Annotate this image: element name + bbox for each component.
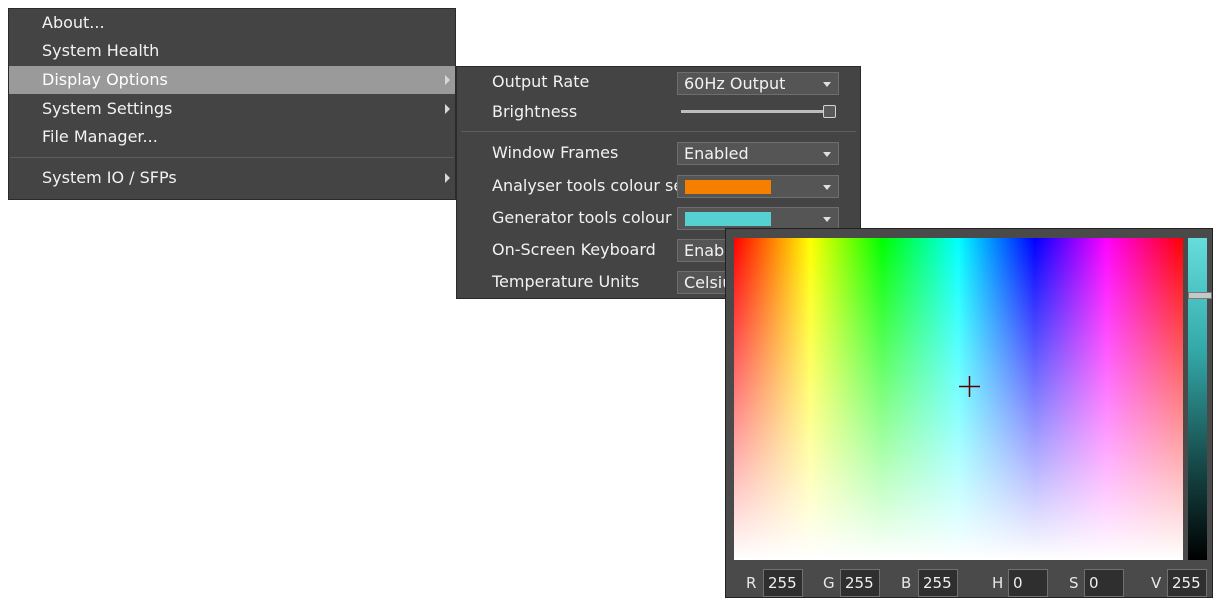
- g-input[interactable]: 255: [840, 569, 880, 597]
- analyser-colour-select[interactable]: [677, 175, 839, 198]
- menu-divider: [10, 157, 454, 158]
- g-label: G: [823, 574, 835, 592]
- color-spectrum[interactable]: [734, 238, 1183, 560]
- window-frames-value: Enabled: [684, 144, 749, 163]
- b-label: B: [901, 574, 912, 592]
- chevron-right-icon: [445, 173, 450, 183]
- chevron-down-icon: [823, 217, 831, 222]
- analyser-colour-row: Analyser tools colour select: [457, 171, 860, 201]
- value-slider-handle[interactable]: [1188, 292, 1212, 299]
- window-frames-label: Window Frames: [492, 143, 619, 162]
- chevron-down-icon: [823, 152, 831, 157]
- color-picker-popup: R 255 G 255 B 255 H 0 S 0 V 255: [725, 228, 1213, 598]
- s-input[interactable]: 0: [1084, 569, 1124, 597]
- r-input[interactable]: 255: [763, 569, 803, 597]
- s-label: S: [1069, 574, 1079, 592]
- menu-item-file-manager[interactable]: File Manager...: [9, 123, 455, 151]
- main-menu: About... System Health Display Options S…: [8, 8, 456, 200]
- chevron-down-icon: [823, 185, 831, 190]
- chevron-down-icon: [823, 82, 831, 87]
- r-label: R: [746, 574, 757, 592]
- temperature-label: Temperature Units: [492, 272, 640, 291]
- menu-item-label: Display Options: [42, 70, 168, 89]
- chevron-right-icon: [445, 104, 450, 114]
- window-frames-select[interactable]: Enabled: [677, 142, 839, 165]
- menu-item-display-options[interactable]: Display Options: [9, 66, 455, 94]
- menu-item-system-health[interactable]: System Health: [9, 37, 455, 65]
- keyboard-value: Enabl: [684, 241, 729, 260]
- menu-item-label: File Manager...: [42, 127, 158, 146]
- chevron-right-icon: [445, 75, 450, 85]
- value-slider[interactable]: [1188, 238, 1207, 560]
- brightness-slider-handle[interactable]: [823, 105, 836, 118]
- menu-item-label: System Settings: [42, 99, 173, 118]
- output-rate-value: 60Hz Output: [684, 74, 786, 93]
- generator-colour-select[interactable]: [677, 207, 839, 230]
- h-label: H: [992, 574, 1004, 592]
- menu-item-label: System Health: [42, 41, 160, 60]
- brightness-label: Brightness: [492, 102, 578, 121]
- v-input[interactable]: 255: [1167, 569, 1207, 597]
- crosshair-icon[interactable]: [959, 376, 980, 397]
- brightness-slider[interactable]: [681, 110, 831, 113]
- b-input[interactable]: 255: [918, 569, 958, 597]
- keyboard-label: On-Screen Keyboard: [492, 240, 656, 259]
- h-input[interactable]: 0: [1008, 569, 1048, 597]
- menu-item-system-settings[interactable]: System Settings: [9, 95, 455, 123]
- v-label: V: [1151, 574, 1162, 592]
- menu-item-about[interactable]: About...: [9, 9, 455, 37]
- analyser-colour-swatch: [685, 180, 771, 194]
- menu-item-label: System IO / SFPs: [42, 168, 177, 187]
- window-frames-row: Window Frames Enabled: [457, 138, 860, 168]
- menu-item-label: About...: [42, 13, 105, 32]
- generator-colour-swatch: [685, 212, 771, 226]
- saturation-gradient: [734, 238, 1183, 560]
- submenu-divider: [461, 131, 856, 132]
- menu-item-system-io[interactable]: System IO / SFPs: [9, 164, 455, 192]
- output-rate-row: Output Rate 60Hz Output: [457, 67, 860, 97]
- output-rate-select[interactable]: 60Hz Output: [677, 72, 839, 95]
- output-rate-label: Output Rate: [492, 72, 590, 91]
